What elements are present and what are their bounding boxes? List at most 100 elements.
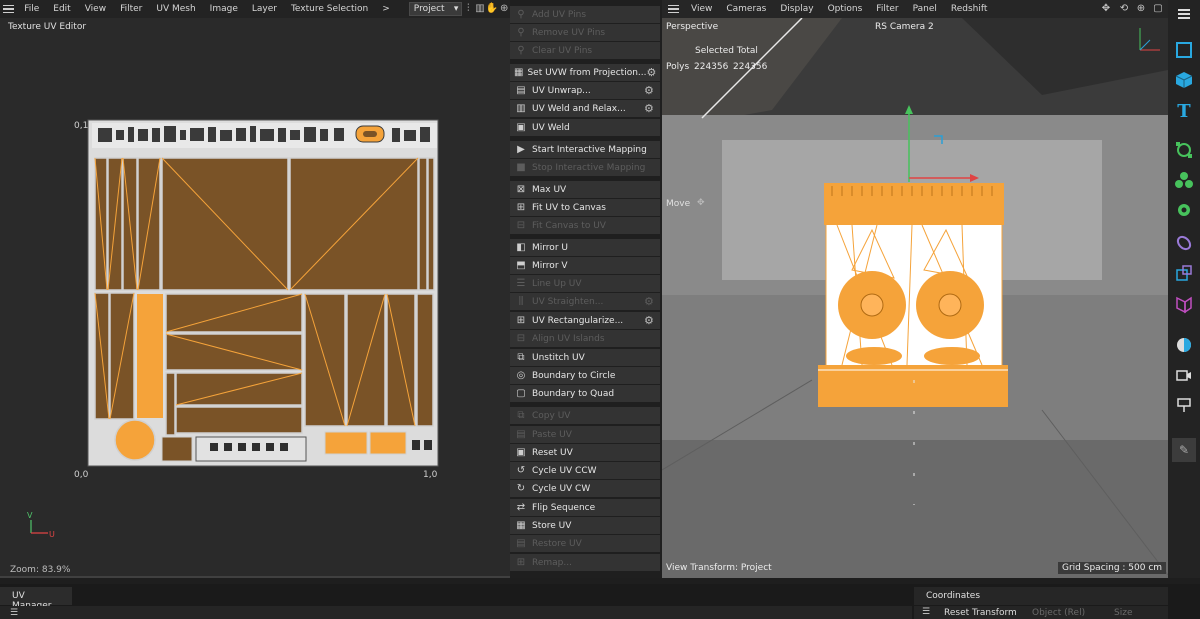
spline-icon[interactable] <box>1172 138 1196 162</box>
command-copy-uv[interactable]: ⧉ Copy UV <box>510 407 660 424</box>
command-flip-sequence[interactable]: ⇄ Flip Sequence <box>510 499 660 516</box>
command-boundary-to-quad[interactable]: ▢ Boundary to Quad <box>510 385 660 402</box>
u-axis-label: U <box>49 530 55 539</box>
scene-floor-front <box>662 440 1168 578</box>
command-clear-uv-pins[interactable]: ⚲ Clear UV Pins <box>510 42 660 59</box>
command-store-uv[interactable]: ▦ Store UV <box>510 517 660 534</box>
flip-icon: ⇄ <box>516 501 526 513</box>
command-reset-uv[interactable]: ▣ Reset UV <box>510 444 660 461</box>
gear-icon[interactable]: ⚙ <box>647 66 657 79</box>
vp-menu-redshift[interactable]: Redshift <box>944 4 995 14</box>
uv-label-right: 1,0 <box>423 470 438 480</box>
command-label: Set UVW from Projection... <box>527 67 647 78</box>
command-add-uv-pins[interactable]: ⚲ Add UV Pins <box>510 6 660 23</box>
move-view-icon[interactable]: ✥ <box>1099 2 1113 16</box>
text-tool-icon[interactable]: T <box>1172 99 1196 123</box>
store-icon: ▦ <box>516 519 526 531</box>
command-label: Align UV Islands <box>532 333 605 344</box>
command-cycle-uv-cw[interactable]: ↻ Cycle UV CW <box>510 480 660 497</box>
camera-icon[interactable] <box>1172 363 1196 387</box>
command-mirror-v[interactable]: ⬒ Mirror V <box>510 257 660 274</box>
command-uv-unwrap[interactable]: ▤ UV Unwrap... ⚙ <box>510 82 660 99</box>
uv-canvas[interactable]: 0,1 0,0 1,0 V U <box>0 0 510 560</box>
zoom-view-icon[interactable]: ⊕ <box>1134 2 1148 16</box>
reset-transform-button[interactable]: Reset Transform <box>944 608 1017 618</box>
size-select[interactable]: Size <box>1114 608 1132 618</box>
command-uv-straighten[interactable]: ⫼ UV Straighten... ⚙ <box>510 293 660 310</box>
command-label: UV Weld <box>532 122 570 133</box>
rotate-view-icon[interactable]: ⟲ <box>1117 2 1131 16</box>
object-mode-select[interactable]: Object (Rel) <box>1032 608 1085 618</box>
command-uv-weld[interactable]: ▣ UV Weld <box>510 119 660 136</box>
command-set-uvw-from-projection[interactable]: ▦ Set UVW from Projection... ⚙ <box>510 64 660 81</box>
fit-canvas-icon: ⊞ <box>516 201 526 213</box>
command-paste-uv[interactable]: ▤ Paste UV <box>510 426 660 443</box>
command-fit-canvas-to-uv[interactable]: ⊟ Fit Canvas to UV <box>510 217 660 234</box>
stats-selected-polys: 224356 <box>694 62 729 72</box>
gear-icon[interactable]: ⚙ <box>644 102 656 115</box>
command-start-interactive-mapping[interactable]: ▶ Start Interactive Mapping <box>510 141 660 158</box>
cube-icon[interactable] <box>1172 68 1196 92</box>
command-line-up-uv[interactable]: ☰ Line Up UV <box>510 275 660 292</box>
vp-menu-cameras[interactable]: Cameras <box>719 4 773 14</box>
light-icon[interactable] <box>1172 393 1196 417</box>
command-cycle-uv-ccw[interactable]: ↺ Cycle UV CCW <box>510 462 660 479</box>
gear-icon[interactable]: ⚙ <box>644 314 656 327</box>
command-label: Max UV <box>532 184 567 195</box>
coordinates-tab[interactable]: Coordinates <box>914 587 1168 605</box>
object-left-foot <box>846 347 902 365</box>
effector-gear-icon[interactable] <box>1172 198 1196 222</box>
field-icon[interactable] <box>1172 261 1196 285</box>
command-label: UV Rectangularize... <box>532 315 624 326</box>
uv-island-upper-right-strips <box>418 157 435 291</box>
line-up-icon: ☰ <box>516 277 526 289</box>
vp-menu-options[interactable]: Options <box>821 4 870 14</box>
command-label: Restore UV <box>532 538 582 549</box>
perspective-viewport[interactable]: View Cameras Display Options Filter Pane… <box>662 0 1168 578</box>
command-remap[interactable]: ⊞ Remap... <box>510 554 660 571</box>
command-label: Clear UV Pins <box>532 45 593 56</box>
environment-icon[interactable] <box>1172 333 1196 357</box>
command-boundary-to-circle[interactable]: ◎ Boundary to Circle <box>510 367 660 384</box>
maximize-view-icon[interactable]: ▢ <box>1151 2 1165 16</box>
vp-menu-view[interactable]: View <box>684 4 719 14</box>
viewport-menubar: View Cameras Display Options Filter Pane… <box>662 0 1168 18</box>
circle-icon: ◎ <box>516 369 526 381</box>
vp-menu-panel[interactable]: Panel <box>906 4 944 14</box>
mirror-u-icon: ◧ <box>516 241 526 253</box>
coordinates-menu-icon[interactable]: ☰ <box>922 607 930 617</box>
command-uv-weld-and-relax[interactable]: ▥ UV Weld and Relax... ⚙ <box>510 100 660 117</box>
command-remove-uv-pins[interactable]: ⚲ Remove UV Pins <box>510 24 660 41</box>
command-label: Stop Interactive Mapping <box>532 162 646 173</box>
cloner-icon[interactable] <box>1172 168 1196 192</box>
command-fit-uv-to-canvas[interactable]: ⊞ Fit UV to Canvas <box>510 199 660 216</box>
command-restore-uv[interactable]: ▤ Restore UV <box>510 535 660 552</box>
cycle-ccw-icon: ↺ <box>516 464 526 476</box>
uv-commands-panel: ⚲ Add UV Pins ⚲ Remove UV Pins ⚲ Clear UV Pin… <box>510 0 662 578</box>
command-max-uv[interactable]: ⊠ Max UV <box>510 181 660 198</box>
command-label: Boundary to Quad <box>532 388 615 399</box>
command-stop-interactive-mapping[interactable]: ■ Stop Interactive Mapping <box>510 159 660 176</box>
command-mirror-u[interactable]: ◧ Mirror U <box>510 239 660 256</box>
uv-manager-menu-icon[interactable]: ☰ <box>10 608 18 618</box>
command-align-uv-islands[interactable]: ⊟ Align UV Islands <box>510 330 660 347</box>
volume-icon[interactable] <box>1172 293 1196 317</box>
selected-object-mesh[interactable] <box>818 183 1008 407</box>
command-unstitch-uv[interactable]: ⧉ Unstitch UV <box>510 349 660 366</box>
gear-icon[interactable]: ⚙ <box>644 295 656 308</box>
render-camera-label: RS Camera 2 <box>875 22 934 32</box>
hamburger-tool-icon[interactable] <box>1172 2 1196 26</box>
command-label: Mirror V <box>532 260 568 271</box>
uv-manager-tab[interactable]: UV Manager <box>0 587 72 611</box>
view-transform-label: View Transform: Project <box>666 563 772 573</box>
rectangle-tool-icon[interactable] <box>1172 38 1196 62</box>
vp-menu-display[interactable]: Display <box>773 4 820 14</box>
viewport-hamburger-icon[interactable] <box>662 0 684 18</box>
pen-tool-icon[interactable]: ✎ <box>1172 438 1196 462</box>
stats-row-label: Polys <box>666 62 690 72</box>
command-uv-rectangularize[interactable]: ⊞ UV Rectangularize... ⚙ <box>510 312 660 329</box>
deformer-icon[interactable] <box>1172 231 1196 255</box>
gear-icon[interactable]: ⚙ <box>644 84 656 97</box>
command-label: Copy UV <box>532 410 571 421</box>
vp-menu-filter[interactable]: Filter <box>869 4 905 14</box>
